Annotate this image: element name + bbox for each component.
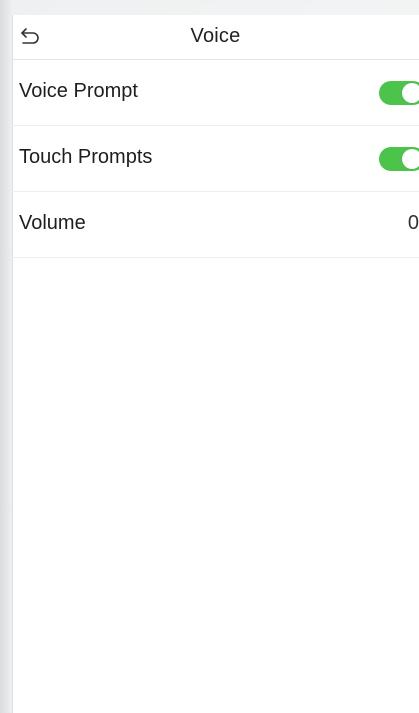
row-divider <box>12 257 419 258</box>
voice-settings-screen: Voice Voice Prompt Touch Prompts Volume … <box>12 15 419 713</box>
volume-row[interactable]: Volume 0 <box>12 192 419 258</box>
device-bezel <box>0 0 12 713</box>
volume-label: Volume <box>19 212 86 234</box>
title-bar: Voice <box>12 15 419 59</box>
volume-value: 0 <box>407 212 419 234</box>
voice-prompt-label: Voice Prompt <box>19 80 138 102</box>
touch-prompts-toggle[interactable] <box>379 147 419 171</box>
touch-prompts-label: Touch Prompts <box>19 146 153 168</box>
toggle-knob <box>402 83 419 103</box>
page-title: Voice <box>190 25 241 47</box>
voice-prompt-row[interactable]: Voice Prompt <box>12 60 419 126</box>
toggle-knob <box>402 149 419 169</box>
voice-prompt-toggle[interactable] <box>379 81 419 105</box>
touch-prompts-row[interactable]: Touch Prompts <box>12 126 419 192</box>
